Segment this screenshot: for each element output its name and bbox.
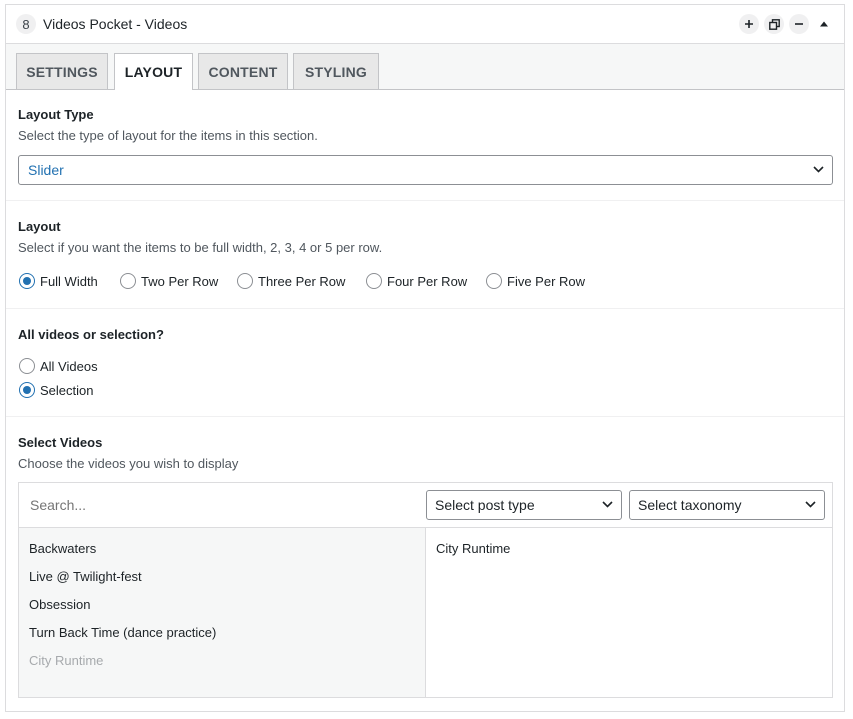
radio-label: Two Per Row — [141, 273, 219, 289]
module-title: Videos Pocket - Videos — [43, 16, 188, 32]
video-picker: Select post type Select taxonomy Backwat… — [18, 482, 833, 698]
layout-type-description: Select the type of layout for the items … — [18, 128, 318, 143]
selected-list-item[interactable]: City Runtime — [436, 541, 510, 556]
radio-two-per-row[interactable] — [120, 273, 136, 289]
layout-option-five-per-row[interactable]: Five Per Row — [486, 273, 585, 289]
tab-layout[interactable]: LAYOUT — [114, 53, 193, 90]
collapse-arrow-icon[interactable] — [814, 14, 834, 34]
radio-three-per-row[interactable] — [237, 273, 253, 289]
post-type-label: Select post type — [435, 497, 535, 513]
radio-five-per-row[interactable] — [486, 273, 502, 289]
radio-full-width[interactable] — [19, 273, 35, 289]
layout-section: Layout Select if you want the items to b… — [6, 201, 844, 309]
radio-label: Three Per Row — [258, 273, 346, 289]
tab-styling[interactable]: STYLING — [293, 53, 379, 89]
list-item-disabled: City Runtime — [29, 653, 104, 668]
module-number-badge: 8 — [16, 14, 36, 34]
search-input[interactable] — [30, 497, 410, 513]
radio-label: Selection — [40, 382, 94, 398]
layout-type-value: Slider — [28, 162, 64, 178]
radio-label: All Videos — [40, 358, 98, 374]
layout-option-three-per-row[interactable]: Three Per Row — [237, 273, 345, 289]
chevron-down-icon — [813, 166, 824, 173]
layout-option-four-per-row[interactable]: Four Per Row — [366, 273, 467, 289]
remove-icon[interactable] — [789, 14, 809, 34]
videos-mode-selection[interactable]: Selection — [19, 382, 93, 398]
duplicate-icon[interactable] — [764, 14, 784, 34]
layout-type-select[interactable]: Slider — [18, 155, 833, 185]
tab-bar: SETTINGS LAYOUT CONTENT STYLING — [6, 44, 844, 90]
module-panel: 8 Videos Pocket - Videos SETTINGS LAYOUT — [5, 4, 845, 712]
list-item[interactable]: Live @ Twilight-fest — [29, 569, 142, 584]
layout-type-title: Layout Type — [18, 107, 94, 122]
list-item[interactable]: Turn Back Time (dance practice) — [29, 625, 216, 640]
picker-toolbar: Select post type Select taxonomy — [19, 483, 832, 528]
taxonomy-label: Select taxonomy — [638, 497, 742, 513]
layout-description: Select if you want the items to be full … — [18, 240, 383, 255]
available-videos-list: Backwaters Live @ Twilight-fest Obsessio… — [19, 528, 426, 697]
selected-videos-list: City Runtime — [426, 528, 832, 697]
layout-option-two-per-row[interactable]: Two Per Row — [120, 273, 218, 289]
select-videos-title: Select Videos — [18, 435, 103, 450]
taxonomy-select[interactable]: Select taxonomy — [629, 490, 825, 520]
header-controls — [739, 14, 834, 34]
post-type-select[interactable]: Select post type — [426, 490, 622, 520]
list-item[interactable]: Backwaters — [29, 541, 96, 556]
videos-mode-all[interactable]: All Videos — [19, 358, 98, 374]
radio-label: Four Per Row — [387, 273, 468, 289]
chevron-down-icon — [602, 501, 613, 508]
videos-mode-section: All videos or selection? All Videos Sele… — [6, 309, 844, 417]
panel-header: 8 Videos Pocket - Videos — [6, 5, 844, 44]
radio-selection[interactable] — [19, 382, 35, 398]
list-item[interactable]: Obsession — [29, 597, 90, 612]
select-videos-section: Select Videos Choose the videos you wish… — [6, 417, 844, 715]
layout-type-section: Layout Type Select the type of layout fo… — [6, 90, 844, 201]
tab-settings[interactable]: SETTINGS — [16, 53, 108, 89]
radio-four-per-row[interactable] — [366, 273, 382, 289]
radio-label: Five Per Row — [507, 273, 586, 289]
videos-mode-title: All videos or selection? — [18, 327, 164, 342]
radio-all-videos[interactable] — [19, 358, 35, 374]
radio-label: Full Width — [40, 273, 98, 289]
add-icon[interactable] — [739, 14, 759, 34]
chevron-down-icon — [805, 501, 816, 508]
tab-content[interactable]: CONTENT — [198, 53, 288, 89]
layout-title: Layout — [18, 219, 61, 234]
select-videos-description: Choose the videos you wish to display — [18, 456, 239, 471]
layout-option-full-width[interactable]: Full Width — [19, 273, 98, 289]
